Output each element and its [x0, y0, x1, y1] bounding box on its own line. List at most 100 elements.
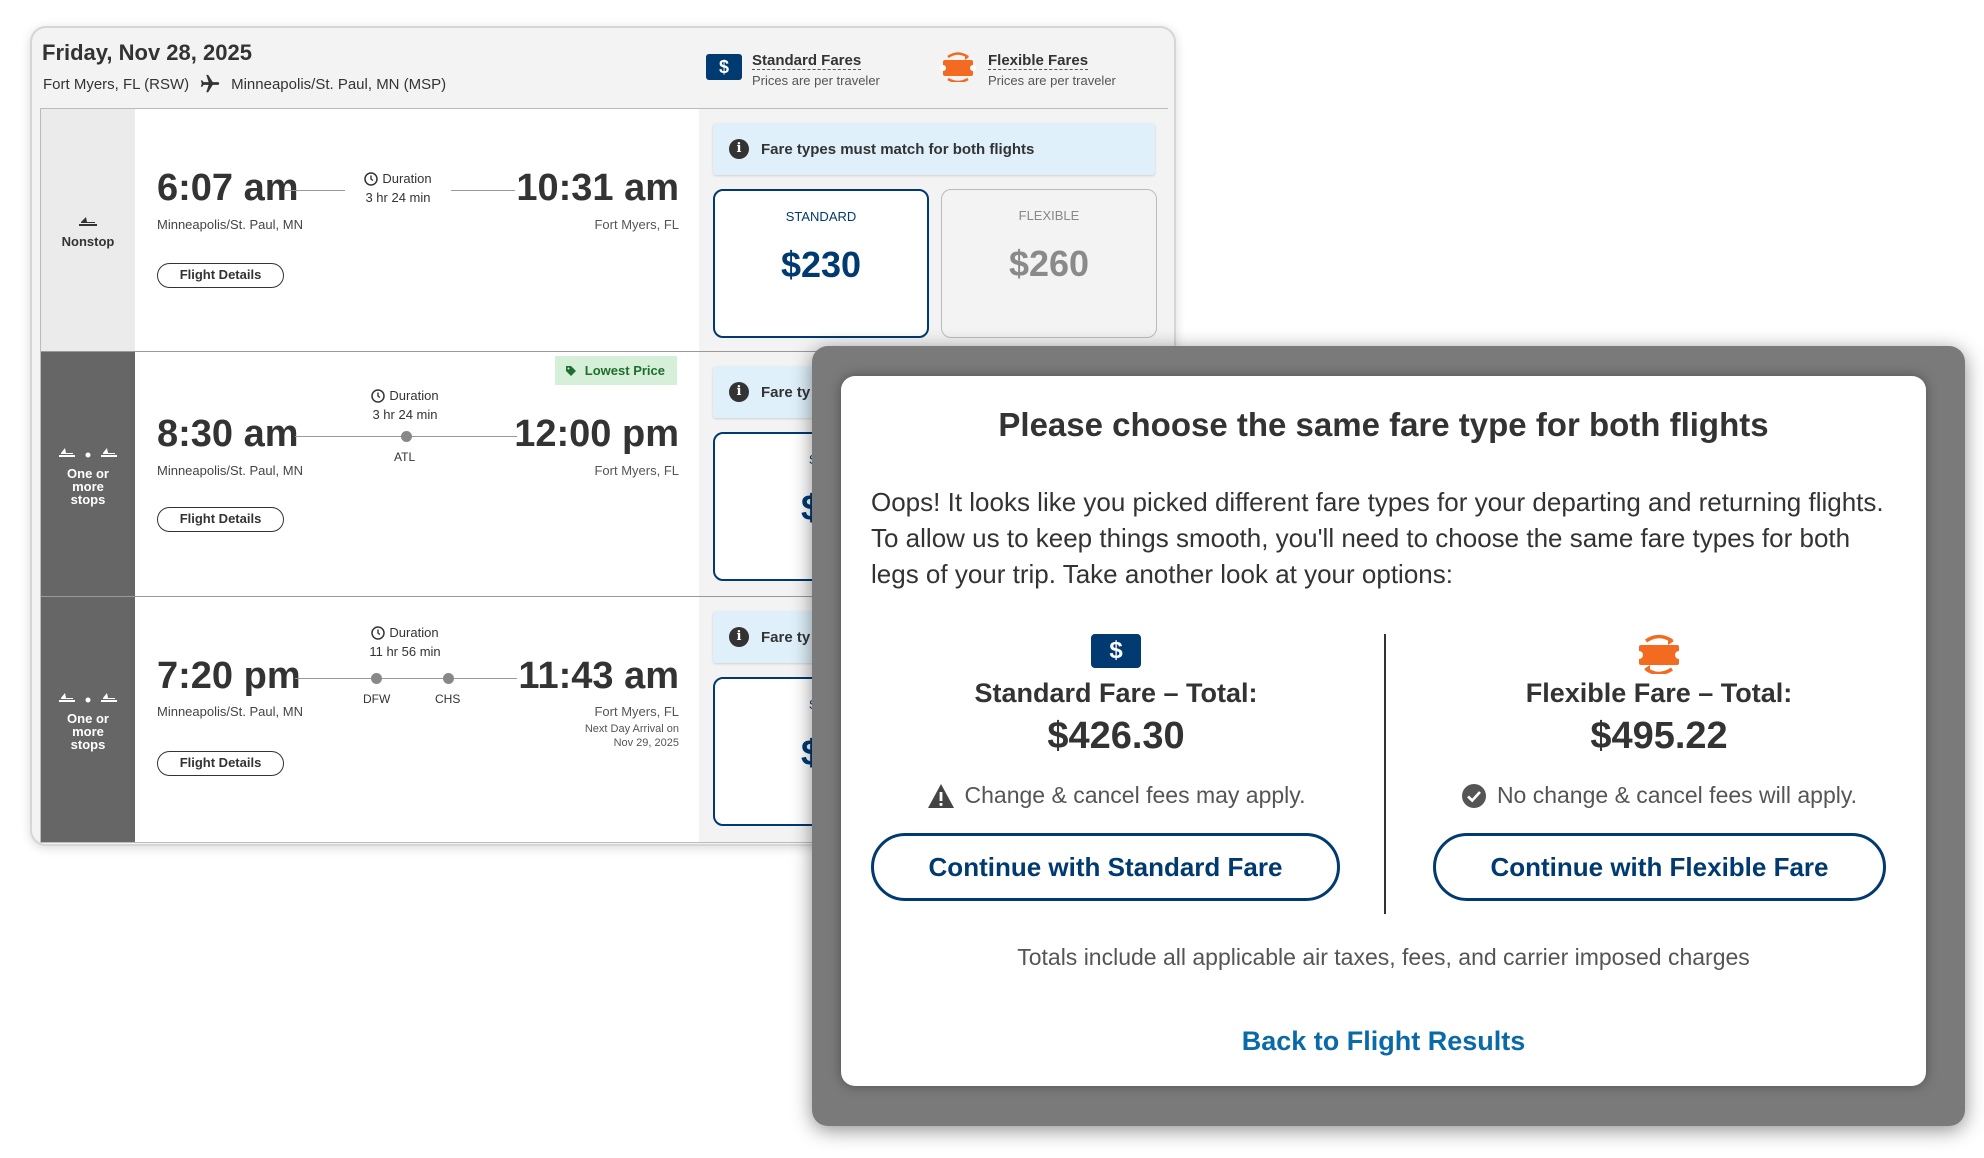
duration-block: Duration 3 hr 24 min	[353, 171, 443, 205]
plane-icon	[79, 216, 97, 226]
stops-indicator: Nonstop	[41, 109, 135, 351]
flexible-fee-note: No change & cancel fees will apply.	[1419, 782, 1899, 809]
multi-stop-plane-icon	[59, 447, 117, 457]
dialog-message: Oops! It looks like you picked different…	[871, 487, 1884, 589]
arrival-time: 10:31 am	[516, 167, 679, 209]
standard-fare-legend[interactable]: $ Standard Fares Prices are per traveler	[706, 52, 880, 88]
standard-fee-note: Change & cancel fees may apply.	[871, 782, 1361, 809]
info-icon: i	[729, 382, 749, 402]
standard-fare-option[interactable]: STANDARD $230	[713, 189, 929, 338]
ticket-exchange-icon	[940, 52, 976, 82]
standard-fares-sub: Prices are per traveler	[752, 73, 880, 88]
next-day-label: Next Day Arrival on	[584, 723, 679, 735]
fare-mismatch-dialog: Please choose the same fare type for bot…	[841, 376, 1926, 1086]
stop-dot	[371, 673, 382, 684]
lowest-price-badge: Lowest Price	[554, 356, 677, 385]
stop-code: DFW	[363, 692, 391, 706]
next-day-arrival: Next Day Arrival on Nov 29, 2025	[585, 722, 679, 750]
flexible-fare-title: Flexible Fare – Total:	[1525, 678, 1793, 708]
stops-label: One or more stops	[67, 711, 109, 752]
fare-match-note: i Fare types must match for both flights	[713, 123, 1155, 175]
standard-fee-text: Change & cancel fees may apply.	[964, 782, 1306, 808]
fare-type-label: FLEXIBLE	[1018, 208, 1080, 223]
timeline-right	[451, 190, 515, 191]
results-header: Friday, Nov 28, 2025 Fort Myers, FL (RSW…	[32, 28, 1174, 108]
dialog-title: Please choose the same fare type for bot…	[998, 406, 1769, 443]
stops-indicator: One or more stops	[41, 352, 135, 596]
travel-date: Friday, Nov 28, 2025	[42, 40, 252, 65]
stops-label: Nonstop	[61, 233, 115, 249]
info-icon: i	[729, 627, 749, 647]
stops-label: One or more stops	[67, 465, 109, 507]
dollar-badge-icon: $	[1091, 634, 1141, 668]
stop-code: CHS	[435, 692, 461, 706]
continue-flexible-button[interactable]: Continue with Flexible Fare	[1433, 833, 1886, 901]
route: Fort Myers, FL (RSW) Minneapolis/St. Pau…	[43, 73, 446, 95]
departure-time: 7:20 pm	[157, 655, 301, 697]
duration-value: 3 hr 24 min	[372, 407, 438, 422]
fare-note-text: Fare ty	[761, 383, 811, 401]
stop-dot	[443, 673, 454, 684]
standard-fare-total: $426.30	[1047, 715, 1185, 757]
flexible-fee-text: No change & cancel fees will apply.	[1496, 782, 1858, 808]
timeline-left	[285, 190, 345, 191]
clock-icon	[371, 388, 386, 403]
arrival-time: 12:00 pm	[514, 413, 679, 455]
next-day-date: Nov 29, 2025	[613, 737, 679, 749]
duration-label: Duration	[389, 625, 439, 640]
flexible-fares-sub: Prices are per traveler	[988, 73, 1116, 88]
options-divider	[1384, 634, 1386, 914]
flight-info: 7:20 pm Minneapolis/St. Paul, MN Duratio…	[135, 597, 699, 842]
departure-city: Minneapolis/St. Paul, MN	[157, 704, 303, 719]
duration-block: Duration 3 hr 24 min	[360, 388, 450, 422]
departure-city: Minneapolis/St. Paul, MN	[157, 463, 303, 478]
arrival-city: Fort Myers, FL	[594, 217, 679, 232]
continue-standard-button[interactable]: Continue with Standard Fare	[871, 833, 1340, 901]
flexible-fare-option[interactable]: FLEXIBLE $260	[941, 189, 1157, 338]
departure-time: 6:07 am	[157, 167, 299, 209]
clock-icon	[371, 625, 386, 640]
check-circle-icon	[1461, 783, 1486, 808]
multi-stop-plane-icon	[59, 693, 117, 703]
destination-city: Minneapolis/St. Paul, MN (MSP)	[231, 75, 447, 93]
flexible-fare-legend[interactable]: Flexible Fares Prices are per traveler	[938, 52, 1116, 88]
flexible-fare-total: $495.22	[1590, 715, 1728, 757]
standard-fare-summary: $ Standard Fare – Total: $426.30 Change …	[871, 634, 1361, 901]
duration-label: Duration	[389, 388, 439, 403]
stops-indicator: One or more stops	[41, 597, 135, 842]
lowest-price-label: Lowest Price	[584, 363, 665, 378]
flight-info: Lowest Price 8:30 am Minneapolis/St. Pau…	[135, 352, 699, 596]
origin-city: Fort Myers, FL (RSW)	[43, 75, 190, 93]
departure-city: Minneapolis/St. Paul, MN	[157, 217, 303, 232]
arrival-city: Fort Myers, FL	[594, 463, 679, 478]
totals-disclaimer: Totals include all applicable air taxes,…	[1017, 944, 1750, 970]
duration-value: 3 hr 24 min	[365, 190, 431, 205]
stop-code: ATL	[394, 450, 416, 464]
flight-details-button[interactable]: Flight Details	[157, 263, 284, 288]
clock-icon	[364, 171, 379, 186]
duration-block: Duration 11 hr 56 min	[353, 625, 457, 659]
arrival-city: Fort Myers, FL	[594, 704, 679, 719]
info-icon: i	[729, 139, 749, 159]
flight-info: 6:07 am Minneapolis/St. Paul, MN Duratio…	[135, 109, 699, 351]
dollar-badge-icon: $	[706, 54, 742, 80]
tag-icon	[565, 366, 576, 376]
fare-column: i Fare types must match for both flights…	[699, 109, 1169, 351]
warning-icon	[927, 783, 954, 808]
flight-details-button[interactable]: Flight Details	[157, 751, 284, 776]
flight-details-button[interactable]: Flight Details	[157, 507, 284, 532]
arrival-time: 11:43 am	[518, 655, 679, 697]
standard-fares-title[interactable]: Standard Fares	[752, 52, 862, 70]
flexible-fare-summary: Flexible Fare – Total: $495.22 No change…	[1419, 634, 1899, 901]
fare-note-text: Fare types must match for both flights	[761, 140, 1035, 158]
flexible-fares-title[interactable]: Flexible Fares	[988, 52, 1089, 70]
duration-value: 11 hr 56 min	[369, 644, 441, 659]
standard-fare-title: Standard Fare – Total:	[974, 678, 1258, 708]
flight-row: Nonstop 6:07 am Minneapolis/St. Paul, MN…	[41, 109, 1169, 352]
fare-note-text: Fare ty	[761, 628, 811, 646]
departure-time: 8:30 am	[157, 413, 299, 455]
fare-price: $230	[780, 244, 862, 285]
stop-dot	[401, 431, 412, 442]
back-to-results-link[interactable]: Back to Flight Results	[841, 1026, 1926, 1057]
duration-label: Duration	[382, 171, 432, 186]
